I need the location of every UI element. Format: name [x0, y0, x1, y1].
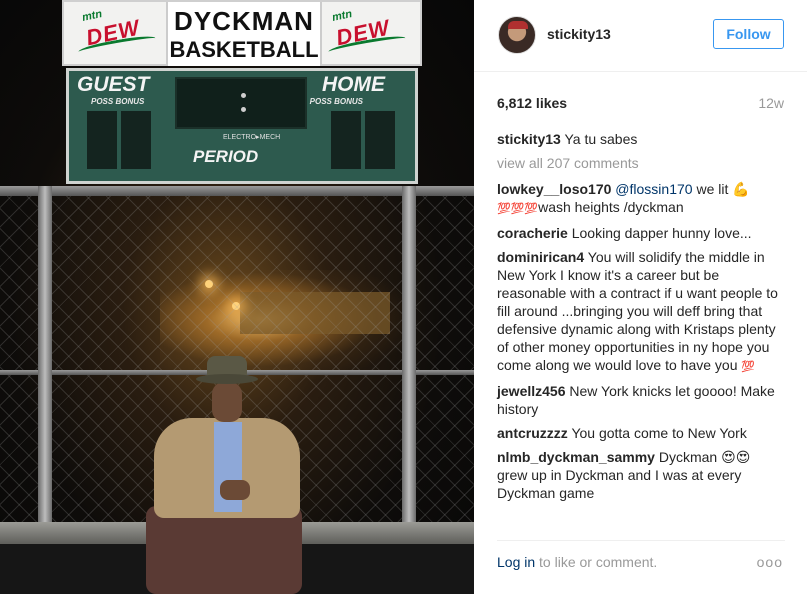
scoreboard-poss-bonus-left: POSS BONUS — [91, 97, 145, 106]
header-username[interactable]: stickity13 — [547, 26, 611, 42]
comment-text: You will solidify the middle in New York… — [497, 249, 778, 373]
more-options-icon[interactable]: ooo — [757, 554, 783, 570]
scoreboard: GUEST HOME POSS BONUS POSS BONUS ELECTRO… — [66, 68, 418, 184]
fence-pole — [402, 186, 416, 526]
person-face — [212, 382, 242, 422]
likes-count[interactable]: 6,812 likes — [497, 95, 567, 111]
scoreboard-sign: mtn DEW DYCKMAN BASKETBALL mtn DEW — [62, 0, 422, 66]
board-name-line2: BASKETBALL — [169, 37, 319, 62]
post-sidebar: stickity13 Follow 6,812 likes 12w sticki… — [474, 0, 807, 594]
flexed-biceps-emoji: 💪 — [732, 181, 750, 197]
comment-mention[interactable]: @flossin170 — [615, 181, 692, 197]
scoreboard-period-label: PERIOD — [193, 147, 259, 166]
comment-username[interactable]: nlmb_dyckman_sammy — [497, 449, 655, 465]
clock-colon-dot — [241, 93, 246, 98]
caption-text: Ya tu sabes — [564, 131, 638, 147]
comment-text: Dyckman — [658, 449, 718, 465]
comment-text: You gotta come to New York — [571, 425, 747, 441]
comment-item: dominirican4 You will solidify the middl… — [497, 248, 787, 376]
comment-username[interactable]: jewellz456 — [497, 383, 566, 399]
hundred-points-emoji: 💯 — [741, 361, 756, 373]
comment-text: wash heights /dyckman — [538, 199, 684, 215]
comments-list: stickity13 Ya tu sabes view all 207 comm… — [497, 130, 787, 508]
hundred-points-emoji: 💯💯💯 — [497, 203, 539, 215]
scoreboard-digit — [331, 111, 361, 169]
scoreboard-clock — [175, 77, 307, 129]
scoreboard-brand: ELECTRO▸MECH — [223, 134, 281, 141]
profile-avatar[interactable] — [498, 16, 536, 54]
login-link[interactable]: Log in — [497, 554, 535, 570]
view-all-comments-link[interactable]: view all 207 comments — [497, 154, 787, 172]
login-prompt: Log in to like or comment. — [497, 554, 657, 570]
comment-item: antcruzzzz You gotta come to New York — [497, 424, 787, 442]
caption-username[interactable]: stickity13 — [497, 131, 561, 147]
comment-username[interactable]: dominirican4 — [497, 249, 584, 265]
comment-text: we lit — [692, 181, 733, 197]
heart-eyes-emoji: 😍😍 — [721, 449, 751, 465]
scoreboard-home-label: HOME — [322, 73, 385, 96]
seated-person — [140, 356, 302, 594]
post-header: stickity13 Follow — [474, 0, 807, 72]
comment-item: lowkey__loso170 @flossin170 we lit 💪 💯💯💯… — [497, 180, 787, 218]
follow-button[interactable]: Follow — [713, 19, 784, 49]
comment-item: nlmb_dyckman_sammy Dyckman 😍😍 grew up in… — [497, 448, 787, 502]
scoreboard-digit — [87, 111, 117, 169]
scoreboard-digit — [365, 111, 395, 169]
person-hat-brim — [196, 374, 258, 384]
login-prompt-text: to like or comment. — [535, 554, 658, 570]
scoreboard-digit — [121, 111, 151, 169]
mountain-dew-logo-right: mtn DEW — [322, 6, 412, 58]
caption: stickity13 Ya tu sabes — [497, 130, 787, 148]
person-hands — [220, 480, 250, 500]
board-name: DYCKMAN BASKETBALL — [166, 2, 322, 66]
scoreboard-guest-label: GUEST — [77, 73, 150, 96]
post-age[interactable]: 12w — [758, 95, 784, 111]
clock-colon-dot — [241, 107, 246, 112]
mountain-dew-logo-left: mtn DEW — [72, 6, 162, 58]
comment-text: Looking dapper hunny love... — [571, 225, 752, 241]
footer-divider — [497, 540, 785, 541]
comment-username[interactable]: lowkey__loso170 — [497, 181, 611, 197]
comment-item: coracherie Looking dapper hunny love... — [497, 224, 787, 242]
comment-username[interactable]: antcruzzzz — [497, 425, 568, 441]
comment-text: grew up in Dyckman and I was at every Dy… — [497, 467, 742, 501]
fence-pole — [38, 186, 52, 526]
board-name-line1: DYCKMAN — [174, 6, 314, 36]
scoreboard-poss-bonus-right: POSS BONUS — [309, 97, 363, 106]
post-photo[interactable]: mtn DEW DYCKMAN BASKETBALL mtn DEW GUEST… — [0, 0, 474, 594]
person-pants — [146, 506, 302, 594]
comment-username[interactable]: coracherie — [497, 225, 568, 241]
comment-item: jewellz456 New York knicks let goooo! Ma… — [497, 382, 787, 418]
